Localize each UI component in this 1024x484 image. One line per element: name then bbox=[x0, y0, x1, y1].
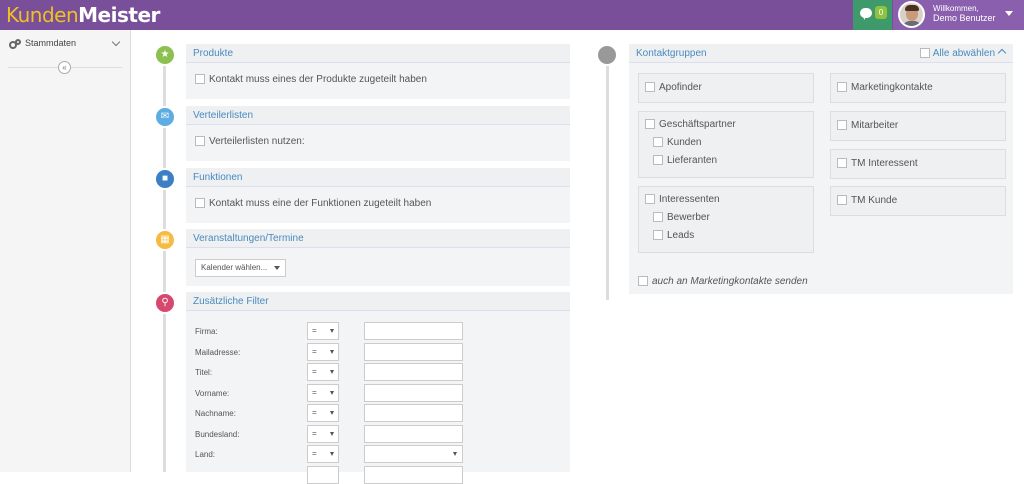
filter-operator-land[interactable]: = bbox=[307, 445, 339, 463]
group-box-geschaeftspartner: Geschäftspartner Kunden Lieferanten bbox=[638, 111, 814, 178]
filter-label-vorname: Vorname: bbox=[195, 389, 230, 398]
filter-label-firma: Firma: bbox=[195, 327, 218, 336]
panel-verteilerlisten: Verteilerlisten Verteilerlisten nutzen: bbox=[186, 106, 570, 161]
group-box-tm-kunde: TM Kunde bbox=[830, 186, 1006, 216]
panel-produkte: Produkte Kontakt muss eines der Produkte… bbox=[186, 44, 570, 99]
welcome-text: Willkommen, bbox=[933, 4, 979, 13]
filter-input-bundesland[interactable] bbox=[364, 425, 463, 443]
chat-icon bbox=[860, 8, 872, 20]
funktionen-checkbox[interactable]: Kontakt muss eine der Funktionen zugetei… bbox=[195, 198, 431, 209]
group-bewerber[interactable]: Bewerber bbox=[653, 212, 710, 223]
group-box-marketingkontakte: Marketingkontakte bbox=[830, 73, 1006, 103]
timeline-line-right bbox=[606, 56, 609, 300]
filter-input-firma[interactable] bbox=[364, 322, 463, 340]
app-logo[interactable]: KundenMeister bbox=[6, 3, 160, 27]
group-lieferanten[interactable]: Lieferanten bbox=[653, 155, 717, 166]
panel-funktionen: Funktionen Kontakt muss eine der Funktio… bbox=[186, 168, 570, 223]
send-to-marketing-checkbox[interactable]: auch an Marketingkontakte senden bbox=[638, 276, 808, 287]
caret-down-icon bbox=[453, 452, 457, 456]
group-mitarbeiter[interactable]: Mitarbeiter bbox=[837, 120, 898, 131]
filter-select-land[interactable] bbox=[364, 445, 463, 463]
filter-input-extra[interactable] bbox=[364, 466, 463, 484]
envelope-icon: ✉ bbox=[154, 106, 176, 128]
group-box-mitarbeiter: Mitarbeiter bbox=[830, 111, 1006, 141]
panel-veranstaltungen: Veranstaltungen/Termine Kalender wählen.… bbox=[186, 229, 570, 286]
calendar-icon: ▦ bbox=[154, 229, 176, 251]
sidebar-item-stammdaten[interactable]: Stammdaten bbox=[0, 30, 130, 56]
panel-kontaktgruppen: Kontaktgruppen Alle abwählen Apofinder M… bbox=[629, 44, 1013, 294]
calendar-select[interactable]: Kalender wählen... bbox=[195, 259, 286, 277]
group-marketingkontakte[interactable]: Marketingkontakte bbox=[837, 82, 933, 93]
caret-down-icon bbox=[1005, 11, 1013, 16]
filter-label-land: Land: bbox=[195, 450, 216, 459]
top-bar: KundenMeister 0 Willkommen, Demo Benutze… bbox=[0, 0, 1024, 30]
panel-zusaetzliche-filter: Zusätzliche Filter Firma: = Mailadresse:… bbox=[186, 292, 570, 484]
group-apofinder[interactable]: Apofinder bbox=[645, 82, 702, 93]
search-icon: ⚲ bbox=[154, 292, 176, 314]
filter-input-vorname[interactable] bbox=[364, 384, 463, 402]
filter-label-nachname: Nachname: bbox=[195, 409, 236, 418]
sidebar-collapse-button[interactable]: « bbox=[58, 61, 71, 74]
filter-label-titel: Titel: bbox=[195, 368, 213, 377]
filter-operator-extra[interactable] bbox=[307, 466, 339, 484]
group-kunden[interactable]: Kunden bbox=[653, 137, 701, 148]
filter-label-mailadresse: Mailadresse: bbox=[195, 348, 241, 357]
messages-button[interactable]: 0 bbox=[853, 0, 892, 30]
sidebar-item-label: Stammdaten bbox=[25, 38, 77, 48]
panel-title: Produkte bbox=[186, 44, 570, 63]
user-name: Demo Benutzer bbox=[933, 13, 996, 23]
filter-operator-vorname[interactable]: = bbox=[307, 384, 339, 402]
briefcase-icon: ■ bbox=[154, 168, 176, 190]
avatar bbox=[898, 1, 925, 28]
group-tm-interessent[interactable]: TM Interessent bbox=[837, 158, 918, 169]
group-leads[interactable]: Leads bbox=[653, 230, 694, 241]
group-interessenten[interactable]: Interessenten bbox=[645, 194, 720, 205]
chevron-up-icon bbox=[997, 48, 1007, 58]
caret-down-icon bbox=[274, 266, 280, 270]
filter-input-mailadresse[interactable] bbox=[364, 343, 463, 361]
group-box-interessenten: Interessenten Bewerber Leads bbox=[638, 186, 814, 253]
messages-count-badge: 0 bbox=[875, 6, 887, 19]
group-tm-kunde[interactable]: TM Kunde bbox=[837, 195, 897, 206]
filter-input-titel[interactable] bbox=[364, 363, 463, 381]
star-icon: ★ bbox=[154, 44, 176, 66]
panel-title: Zusätzliche Filter bbox=[186, 292, 570, 311]
produkte-checkbox[interactable]: Kontakt muss eines der Produkte zugeteil… bbox=[195, 74, 427, 85]
filter-operator-nachname[interactable]: = bbox=[307, 404, 339, 422]
group-box-apofinder: Apofinder bbox=[638, 73, 814, 103]
filter-operator-firma[interactable]: = bbox=[307, 322, 339, 340]
gears-icon bbox=[9, 39, 21, 49]
chevron-down-icon bbox=[111, 37, 121, 47]
filter-operator-mailadresse[interactable]: = bbox=[307, 343, 339, 361]
group-geschaeftspartner[interactable]: Geschäftspartner bbox=[645, 119, 736, 130]
shirt-icon bbox=[596, 44, 618, 66]
filter-operator-titel[interactable]: = bbox=[307, 363, 339, 381]
panel-title: Verteilerlisten bbox=[186, 106, 570, 125]
panel-title: Veranstaltungen/Termine bbox=[186, 229, 570, 248]
filter-operator-bundesland[interactable]: = bbox=[307, 425, 339, 443]
filter-input-nachname[interactable] bbox=[364, 404, 463, 422]
filter-label-bundesland: Bundesland: bbox=[195, 430, 240, 439]
sidebar: Stammdaten « bbox=[0, 30, 131, 472]
panel-title: Kontaktgruppen Alle abwählen bbox=[629, 44, 1013, 63]
deselect-all-toggle[interactable]: Alle abwählen bbox=[919, 48, 1007, 59]
user-menu[interactable]: Willkommen, Demo Benutzer bbox=[893, 0, 1024, 30]
verteiler-checkbox[interactable]: Verteilerlisten nutzen: bbox=[195, 136, 305, 147]
panel-title: Funktionen bbox=[186, 168, 570, 187]
group-box-tm-interessent: TM Interessent bbox=[830, 149, 1006, 179]
